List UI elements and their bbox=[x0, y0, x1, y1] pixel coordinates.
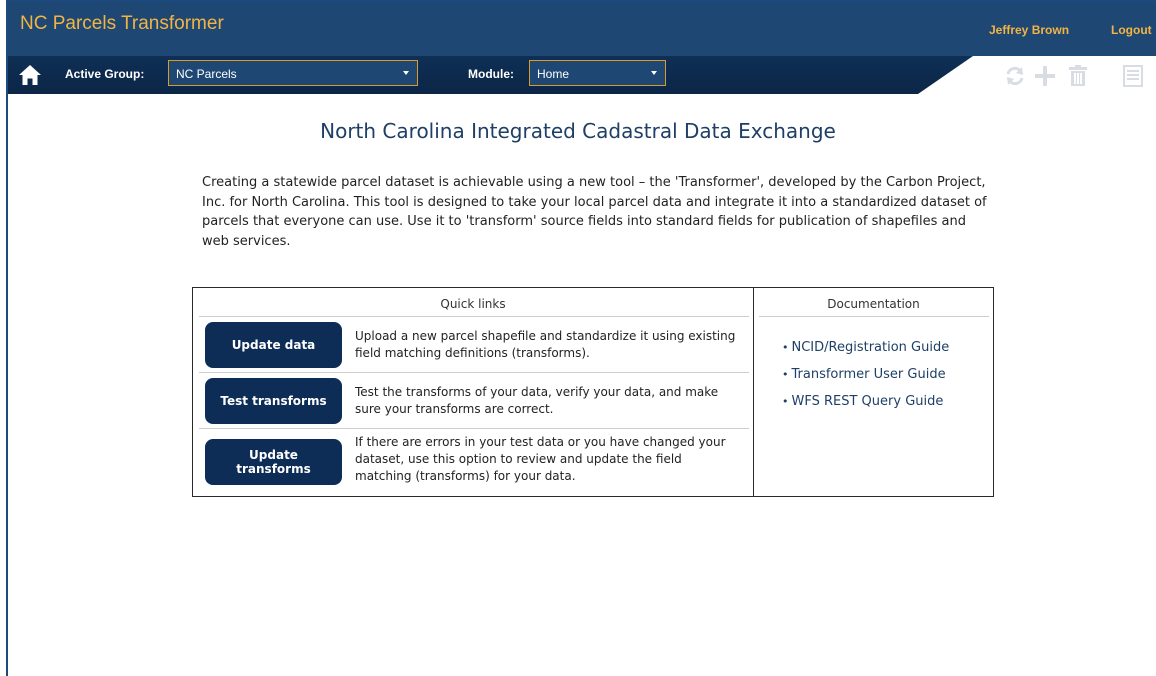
divider bbox=[199, 316, 749, 317]
chevron-down-icon bbox=[651, 71, 657, 75]
module-value: Home bbox=[537, 67, 570, 81]
update-transforms-button[interactable]: Update transforms bbox=[205, 439, 342, 485]
module-label: Module: bbox=[468, 67, 514, 81]
home-icon bbox=[19, 65, 41, 85]
chevron-down-icon bbox=[403, 71, 409, 75]
bullet: • bbox=[782, 395, 789, 408]
documentation-header: Documentation bbox=[827, 297, 920, 311]
app-header: NC Parcels Transformer Jeffrey Brown Log… bbox=[8, 2, 1156, 94]
divider bbox=[199, 372, 749, 373]
link-label: WFS REST Query Guide bbox=[791, 394, 944, 409]
divider bbox=[199, 428, 749, 429]
update-data-description: Upload a new parcel shapefile and standa… bbox=[355, 329, 736, 360]
link-label: NCID/Registration Guide bbox=[791, 340, 950, 355]
quick-links-header: Quick links bbox=[440, 297, 506, 311]
layout-icon bbox=[1123, 65, 1143, 87]
refresh-icon bbox=[1006, 66, 1024, 86]
user-name[interactable]: Jeffrey Brown bbox=[989, 23, 1069, 37]
window-border-left bbox=[6, 0, 8, 676]
link-label: Transformer User Guide bbox=[791, 367, 946, 382]
update-transforms-description: If there are errors in your test data or… bbox=[355, 435, 726, 483]
test-transforms-description: Test the transforms of your data, verify… bbox=[355, 385, 719, 416]
test-transforms-button[interactable]: Test transforms bbox=[205, 378, 342, 424]
layout-button[interactable] bbox=[1121, 64, 1145, 88]
transformer-user-guide-link[interactable]: • Transformer User Guide bbox=[782, 361, 949, 388]
delete-icon bbox=[1069, 65, 1087, 86]
links-panel: Quick links Update data Upload a new par… bbox=[192, 287, 994, 497]
intro-paragraph: Creating a statewide parcel dataset is a… bbox=[202, 175, 987, 249]
active-group-value: NC Parcels bbox=[176, 67, 237, 81]
documentation-list: • NCID/Registration Guide • Transformer Us… bbox=[782, 334, 949, 415]
add-icon bbox=[1035, 66, 1055, 86]
module-select[interactable]: Home bbox=[529, 60, 666, 86]
logout-link[interactable]: Logout bbox=[1111, 23, 1152, 37]
update-data-button[interactable]: Update data bbox=[205, 322, 342, 368]
ncid-registration-guide-link[interactable]: • NCID/Registration Guide bbox=[782, 334, 949, 361]
active-group-label: Active Group: bbox=[65, 67, 145, 81]
panel-divider bbox=[753, 288, 754, 496]
home-button[interactable] bbox=[18, 64, 42, 86]
delete-button[interactable] bbox=[1066, 64, 1090, 88]
divider bbox=[759, 316, 989, 317]
page-title: North Carolina Integrated Cadastral Data… bbox=[320, 119, 836, 143]
add-button[interactable] bbox=[1033, 64, 1057, 88]
bullet: • bbox=[782, 368, 789, 381]
wfs-rest-query-guide-link[interactable]: • WFS REST Query Guide bbox=[782, 388, 949, 415]
active-group-select[interactable]: NC Parcels bbox=[168, 60, 418, 86]
refresh-button[interactable] bbox=[1003, 64, 1027, 88]
app-title: NC Parcels Transformer bbox=[20, 13, 224, 34]
bullet: • bbox=[782, 341, 789, 354]
